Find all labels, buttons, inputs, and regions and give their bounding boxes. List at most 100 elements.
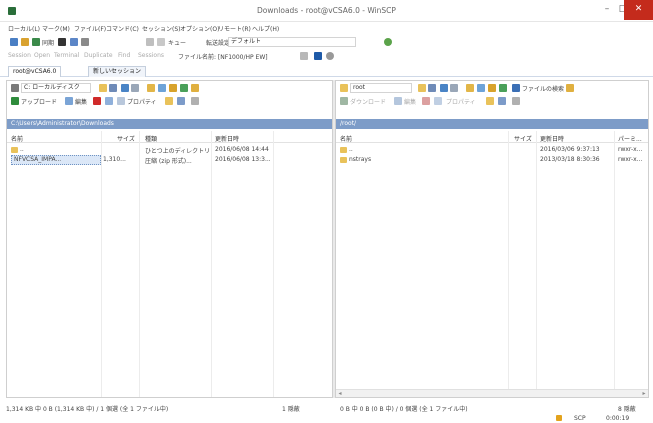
download-icon[interactable] [340, 97, 348, 105]
local-path-bar[interactable]: C:\Users\Administrator\Downloads [7, 119, 332, 129]
sync-folders-icon[interactable] [21, 38, 29, 46]
remote-pane: root ファイルの検索 ダウンロード 編集 プロパティ /root/ 名前 サ… [335, 80, 649, 398]
parent-folder-icon [11, 147, 18, 153]
col-modified[interactable]: 更新日時 [215, 134, 239, 143]
session-button[interactable]: Session [8, 52, 31, 59]
remote-hidden-count[interactable]: 8 隠蔽 [618, 404, 636, 413]
open-button[interactable]: Open [34, 52, 50, 59]
queue-list-icon[interactable] [157, 38, 165, 46]
rename-icon[interactable] [434, 97, 442, 105]
properties-button[interactable]: プロパティ [446, 97, 476, 106]
filter-icon[interactable] [109, 84, 117, 92]
view-icon[interactable] [191, 97, 199, 105]
menu-remote[interactable]: リモート(R) [218, 24, 251, 33]
sync-icon[interactable] [32, 38, 40, 46]
sync-label[interactable]: 同期 [42, 38, 54, 47]
edit-icon[interactable] [65, 97, 73, 105]
table-row[interactable]: nstrays 2013/03/18 8:30:36 rwxr-x... [336, 155, 648, 165]
terminal-button[interactable]: Terminal [54, 52, 79, 59]
connect-icon[interactable] [314, 52, 322, 60]
new-folder-icon[interactable] [486, 97, 494, 105]
refresh-icon[interactable] [499, 84, 507, 92]
column-divider [273, 131, 274, 397]
table-row[interactable]: .. 2016/03/06 9:37:13 rwxr-x... [336, 145, 648, 155]
col-modified[interactable]: 更新日時 [540, 134, 564, 143]
open-folder-icon[interactable] [418, 84, 426, 92]
remote-status: 0 B 中 0 B (0 B 中) / 0 個選 (全 1 ファイル中) [340, 406, 468, 413]
queue-label[interactable]: キュー [168, 38, 186, 47]
col-name[interactable]: 名前 [340, 134, 352, 143]
duplicate-button[interactable]: Duplicate [84, 52, 113, 59]
select-icon[interactable] [498, 97, 506, 105]
queue-icon[interactable] [146, 38, 154, 46]
preferences-icon[interactable] [81, 38, 89, 46]
tab-session[interactable]: root@vCSA6.0 [8, 66, 62, 77]
open-folder-icon[interactable] [99, 84, 107, 92]
col-type[interactable]: 種類 [145, 134, 157, 143]
refresh-icon[interactable] [180, 84, 188, 92]
console-icon[interactable] [58, 38, 66, 46]
delete-icon[interactable] [422, 97, 430, 105]
col-size[interactable]: サイズ [117, 134, 135, 143]
menu-session[interactable]: セッション(S) [142, 24, 181, 33]
home-folder-icon[interactable] [488, 84, 496, 92]
upload-icon[interactable] [11, 97, 19, 105]
bookmark-icon[interactable] [191, 84, 199, 92]
delete-icon[interactable] [93, 97, 101, 105]
properties-button[interactable]: プロパティ [127, 97, 157, 106]
dropdown-icon[interactable] [300, 52, 308, 60]
horizontal-scrollbar[interactable]: ◂ ▸ [336, 389, 648, 397]
edit-button[interactable]: 編集 [75, 97, 87, 106]
download-button[interactable]: ダウンロード [350, 97, 386, 106]
properties-icon[interactable] [117, 97, 125, 105]
menu-options[interactable]: オプション(O) [180, 24, 219, 33]
menu-mark[interactable]: マーク(M) [42, 24, 70, 33]
back-icon[interactable] [440, 84, 448, 92]
view-icon[interactable] [512, 97, 520, 105]
back-icon[interactable] [121, 84, 129, 92]
local-drive-select[interactable]: C: ローカルディスク [21, 83, 91, 93]
filter-icon[interactable] [428, 84, 436, 92]
transfer-setting-select[interactable]: デフォルト [228, 37, 356, 47]
find-files-button[interactable]: ファイルの検索 [522, 84, 564, 93]
new-folder-icon[interactable] [165, 97, 173, 105]
parent-folder-icon[interactable] [147, 84, 155, 92]
table-row[interactable]: .. ひとつ上のディレクトリ 2016/06/08 14:44 [7, 145, 332, 155]
remote-path-bar[interactable]: /root/ [336, 119, 648, 129]
bookmark-icon[interactable] [566, 84, 574, 92]
select-icon[interactable] [177, 97, 185, 105]
col-name[interactable]: 名前 [11, 134, 23, 143]
remote-folder-select[interactable]: root [350, 83, 412, 93]
putty-icon[interactable] [70, 38, 78, 46]
table-row-selected[interactable]: NFVCSA_IMPA... 1,310... 圧縮 (zip 形式)... 2… [7, 155, 332, 165]
close-button[interactable]: ✕ [624, 0, 653, 20]
edit-button[interactable]: 編集 [404, 97, 416, 106]
rename-icon[interactable] [105, 97, 113, 105]
globe-icon[interactable] [384, 38, 392, 46]
local-hidden-count[interactable]: 1 隠蔽 [282, 404, 300, 413]
upload-button[interactable]: アップロード [21, 97, 57, 106]
row-type: 圧縮 (zip 形式)... [145, 158, 192, 165]
col-size[interactable]: サイズ [514, 134, 532, 143]
forward-icon[interactable] [450, 84, 458, 92]
find-files-icon[interactable] [512, 84, 520, 92]
sessions-button[interactable]: Sessions [138, 52, 164, 59]
parent-folder-icon[interactable] [466, 84, 474, 92]
scroll-left-icon[interactable]: ◂ [336, 390, 344, 398]
find-button[interactable]: Find [118, 52, 130, 59]
home-folder-icon[interactable] [169, 84, 177, 92]
menu-command[interactable]: コマンド(C) [106, 24, 139, 33]
menu-local[interactable]: ローカル(L) [8, 24, 40, 33]
settings-icon[interactable] [326, 52, 334, 60]
tab-new-session[interactable]: 新しいセッション [88, 66, 147, 77]
col-rights[interactable]: パーミ... [618, 134, 642, 143]
edit-icon[interactable] [394, 97, 402, 105]
forward-icon[interactable] [131, 84, 139, 92]
compare-icon[interactable] [10, 38, 18, 46]
root-folder-icon[interactable] [477, 84, 485, 92]
menu-file[interactable]: ファイル(F) [74, 24, 106, 33]
root-folder-icon[interactable] [158, 84, 166, 92]
scroll-right-icon[interactable]: ▸ [640, 390, 648, 398]
remote-column-header: 名前 サイズ 更新日時 パーミ... [336, 131, 648, 143]
menu-help[interactable]: ヘルプ(H) [252, 24, 279, 33]
